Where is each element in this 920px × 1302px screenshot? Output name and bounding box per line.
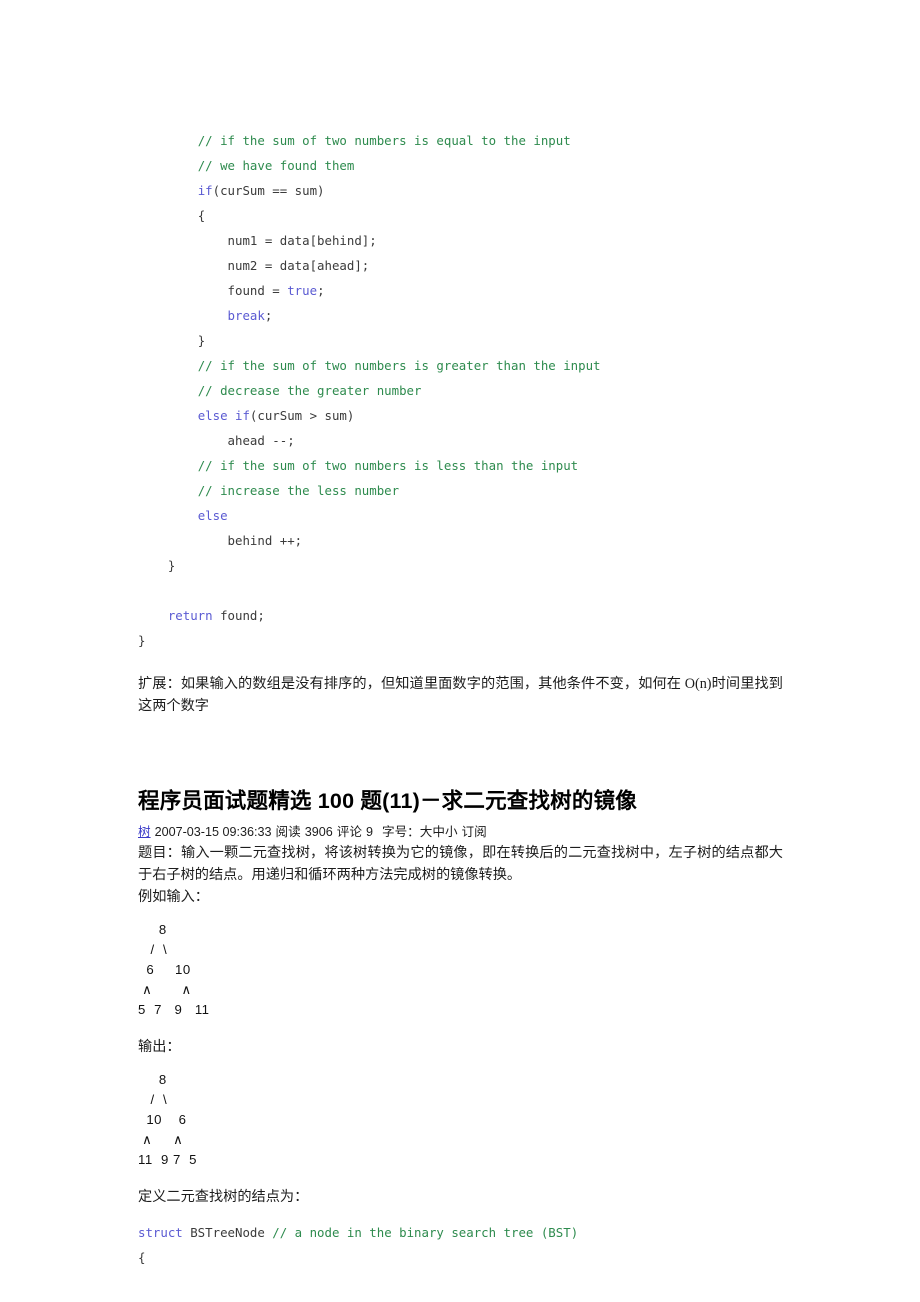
tree-line: ∧ ∧ bbox=[138, 1132, 184, 1147]
tree-line: 6 10 bbox=[138, 962, 191, 977]
code-token-comment: // we have found them bbox=[197, 158, 355, 173]
code-token-plain: } bbox=[197, 333, 206, 348]
code-token-plain: found = bbox=[227, 283, 288, 298]
code-line: } bbox=[138, 328, 783, 353]
page-title: 程序员面试题精选 100 题(11)－求二元查找树的镜像 bbox=[138, 789, 637, 813]
code-line: return found; bbox=[138, 603, 783, 628]
post-datetime: 2007-03-15 09:36:33 bbox=[154, 825, 272, 839]
comment-label: 评论 bbox=[336, 825, 362, 839]
code-token-comment: // if the sum of two numbers is greater … bbox=[197, 358, 601, 373]
code-line: { bbox=[138, 1245, 783, 1270]
code-line: found = true; bbox=[138, 278, 783, 303]
code-line: // if the sum of two numbers is equal to… bbox=[138, 128, 783, 153]
input-label: 例如输入： bbox=[138, 889, 209, 905]
code-token-plain: found; bbox=[212, 608, 265, 623]
code-token-plain: BSTreeNode bbox=[182, 1225, 273, 1240]
tree-line: 10 6 bbox=[138, 1112, 187, 1127]
code-line: // decrease the greater number bbox=[138, 378, 783, 403]
code-token-plain: num1 = data[behind]; bbox=[227, 233, 377, 248]
code-token-plain: } bbox=[167, 558, 176, 573]
code-line: } bbox=[138, 553, 783, 578]
post-meta: 树 2007-03-15 09:36:33 阅读 3906 评论 9 字号：大中小 订阅 bbox=[138, 823, 783, 842]
code-token-plain: ; bbox=[264, 308, 273, 323]
code-line: // if the sum of two numbers is less tha… bbox=[138, 453, 783, 478]
code-block-bstreenode: struct BSTreeNode // a node in the binar… bbox=[138, 1220, 783, 1270]
code-line: behind ++; bbox=[138, 528, 783, 553]
code-line: // if the sum of two numbers is greater … bbox=[138, 353, 783, 378]
code-token-keyword: true bbox=[287, 283, 318, 298]
problem-description: 题目：输入一颗二元查找树，将该树转换为它的镜像，即在转换后的二元查找树中，左子树… bbox=[138, 845, 783, 883]
code-line: break; bbox=[138, 303, 783, 328]
fontsize-options[interactable]: 大中小 bbox=[420, 825, 458, 839]
code-token-keyword: struct bbox=[138, 1225, 183, 1240]
tree-line: / \ bbox=[138, 942, 168, 957]
code-line: struct BSTreeNode // a node in the binar… bbox=[138, 1220, 783, 1245]
code-token-comment: // increase the less number bbox=[197, 483, 400, 498]
code-line: } bbox=[138, 628, 783, 653]
code-token-plain: num2 = data[ahead]; bbox=[227, 258, 370, 273]
tree-line: / \ bbox=[138, 1092, 168, 1107]
code-token-plain: behind ++; bbox=[227, 533, 303, 548]
code-token-plain: { bbox=[138, 1250, 146, 1265]
define-label: 定义二元查找树的结点为： bbox=[138, 1189, 309, 1205]
code-token-plain: (curSum == sum) bbox=[212, 183, 325, 198]
read-count: 3906 bbox=[304, 825, 333, 839]
tree-line: 5 7 9 11 bbox=[138, 1002, 210, 1017]
tree-diagram-output: 8 / \ 10 6 ∧ ∧ 11 9 7 5 bbox=[138, 1070, 783, 1170]
code-token-comment: // a node in the binary search tree (BST… bbox=[272, 1225, 579, 1240]
fontsize-label: 字号： bbox=[381, 825, 420, 839]
code-token-keyword: break bbox=[227, 308, 265, 323]
code-line: // we have found them bbox=[138, 153, 783, 178]
read-label: 阅读 bbox=[275, 825, 301, 839]
code-token-keyword: else if bbox=[197, 408, 250, 423]
subscribe-button[interactable]: 订阅 bbox=[462, 825, 487, 839]
code-token-keyword: if bbox=[197, 183, 213, 198]
tree-line: 11 9 7 5 bbox=[138, 1152, 198, 1167]
code-line: ahead --; bbox=[138, 428, 783, 453]
document-page: // if the sum of two numbers is equal to… bbox=[0, 0, 920, 1302]
code-token-comment: // if the sum of two numbers is less tha… bbox=[197, 458, 579, 473]
code-line: // increase the less number bbox=[138, 478, 783, 503]
code-token-comment: // if the sum of two numbers is equal to… bbox=[197, 133, 571, 148]
tree-line: 8 bbox=[138, 1072, 167, 1087]
document-content: // if the sum of two numbers is equal to… bbox=[138, 128, 783, 1270]
output-label: 输出： bbox=[138, 1039, 181, 1055]
code-line: num1 = data[behind]; bbox=[138, 228, 783, 253]
tree-diagram-input: 8 / \ 6 10 ∧ ∧ 5 7 9 11 bbox=[138, 920, 783, 1020]
code-block-find-two-numbers: // if the sum of two numbers is equal to… bbox=[138, 128, 783, 653]
code-line: else bbox=[138, 503, 783, 528]
code-token-plain: (curSum > sum) bbox=[249, 408, 355, 423]
code-line: num2 = data[ahead]; bbox=[138, 253, 783, 278]
code-token-comment: // decrease the greater number bbox=[197, 383, 422, 398]
code-line: else if(curSum > sum) bbox=[138, 403, 783, 428]
tree-line: 8 bbox=[138, 922, 167, 937]
code-token-plain: } bbox=[138, 633, 146, 648]
code-token-plain: ; bbox=[317, 283, 325, 298]
category-link[interactable]: 树 bbox=[138, 825, 151, 839]
code-token-plain: ahead --; bbox=[227, 433, 295, 448]
code-token-keyword: return bbox=[167, 608, 213, 623]
extension-paragraph: 扩展：如果输入的数组是没有排序的，但知道里面数字的范围，其他条件不变，如何在 O… bbox=[138, 676, 783, 714]
code-line: { bbox=[138, 203, 783, 228]
code-token-plain: { bbox=[197, 208, 206, 223]
code-token-keyword: else bbox=[197, 508, 228, 523]
code-line: if(curSum == sum) bbox=[138, 178, 783, 203]
tree-line: ∧ ∧ bbox=[138, 982, 192, 997]
comment-count: 9 bbox=[365, 825, 373, 839]
